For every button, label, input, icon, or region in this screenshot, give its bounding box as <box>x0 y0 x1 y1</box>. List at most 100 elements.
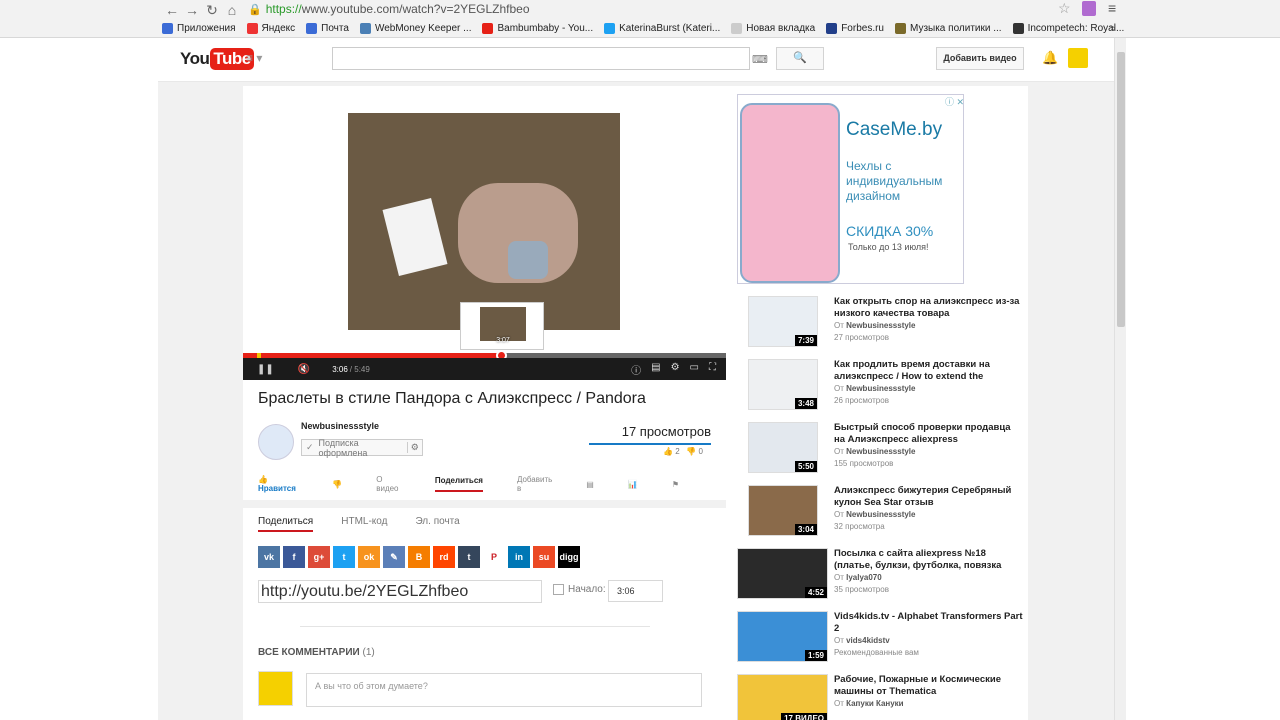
tab-add-to[interactable]: Добавить в <box>517 475 552 493</box>
start-time-option[interactable]: Начало: <box>553 584 606 595</box>
keyboard-icon[interactable]: ⌨ <box>752 53 768 66</box>
start-time-checkbox[interactable] <box>553 584 564 595</box>
search-button[interactable]: 🔍 <box>776 47 824 70</box>
related-author[interactable]: Newbusinessstyle <box>846 447 915 456</box>
pause-icon[interactable]: ❚❚ <box>257 364 274 375</box>
bookmark-item[interactable]: Forbes.ru <box>826 22 884 34</box>
bookmark-item[interactable]: Яндекс <box>246 22 295 34</box>
address-bar[interactable]: 🔒 https:// www.youtube.com/watch?v=2YEGL… <box>248 0 530 18</box>
related-thumbnail[interactable]: 17 ВИДЕО <box>737 674 828 720</box>
thumbs-down-icon[interactable]: 👎 <box>686 447 696 456</box>
bookmark-item[interactable]: Bambumbaby - You... <box>482 22 593 34</box>
info-icon[interactable]: ⓘ <box>631 362 641 377</box>
social-share-icon[interactable]: vk <box>258 546 280 568</box>
ad-close-icon[interactable]: ⓘ ✕ <box>944 95 964 108</box>
social-share-icon[interactable]: su <box>533 546 555 568</box>
share-url-field[interactable]: http://youtu.be/2YEGLZhfbeo <box>258 580 542 603</box>
ad-banner[interactable]: CaseMe.by Чехлы с индивидуальным дизайно… <box>737 94 964 284</box>
related-author[interactable]: vids4kidstv <box>846 636 890 645</box>
start-time-input[interactable]: 3:06 <box>608 580 663 602</box>
related-thumbnail[interactable]: 4:52 <box>737 548 828 599</box>
related-title[interactable]: Vids4kids.tv - Alphabet Transformers Par… <box>834 611 1024 635</box>
user-avatar[interactable] <box>1068 48 1088 68</box>
social-share-icon[interactable]: B <box>408 546 430 568</box>
tab-share[interactable]: Поделиться <box>434 476 483 492</box>
social-share-icon[interactable]: t <box>458 546 480 568</box>
related-title[interactable]: Рабочие, Пожарные и Космические машины о… <box>834 674 1024 698</box>
related-title[interactable]: Алиэкспресс бижутерия Серебряный кулон S… <box>834 485 1024 509</box>
tab-about[interactable]: О видео <box>376 475 401 493</box>
related-video-item[interactable]: 3:04 Алиэкспресс бижутерия Серебряный кул… <box>737 485 1027 540</box>
social-share-icon[interactable]: in <box>508 546 530 568</box>
subscription-gear-icon[interactable]: ⚙ <box>406 442 422 453</box>
back-icon[interactable]: ← <box>162 1 182 19</box>
theater-mode-icon[interactable]: ▭ <box>690 362 699 377</box>
youtube-logo[interactable]: You Tube <box>180 48 254 70</box>
social-share-icon[interactable]: ✎ <box>383 546 405 568</box>
notifications-bell-icon[interactable]: 🔔 <box>1042 50 1058 66</box>
thumbs-up-icon[interactable]: 👍 <box>663 447 673 456</box>
fullscreen-icon[interactable]: ⛶ <box>709 362 716 377</box>
bookmark-item[interactable]: KaterinaBurst (Kateri... <box>604 22 720 34</box>
bookmark-item[interactable]: WebMoney Keeper ... <box>359 22 471 34</box>
video-player[interactable]: 3:07 ❚❚ 🔇 3:06 / 5:49 ⓘ ▤ ⚙ ▭ ⛶ <box>243 86 726 380</box>
guide-menu-icon[interactable]: ≡ ▾ <box>246 51 262 65</box>
flag-icon[interactable]: ⚑ <box>672 480 679 489</box>
dislike-button[interactable]: 👎 <box>332 480 342 489</box>
bookmark-item[interactable]: Приложения <box>162 22 236 34</box>
social-share-icon[interactable]: P <box>483 546 505 568</box>
bookmark-item[interactable]: Почта <box>306 22 349 34</box>
stats-icon[interactable]: 📊 <box>628 480 638 489</box>
related-author[interactable]: Newbusinessstyle <box>846 384 915 393</box>
related-thumbnail[interactable]: 7:39 <box>748 296 818 347</box>
like-button[interactable]: 👍 Нравится <box>258 475 298 493</box>
home-icon[interactable]: ⌂ <box>222 1 242 19</box>
related-thumbnail[interactable]: 3:04 <box>748 485 818 536</box>
related-title[interactable]: Как открыть спор на алиэкспресс из-за ни… <box>834 296 1024 320</box>
social-share-icon[interactable]: t <box>333 546 355 568</box>
related-thumbnail[interactable]: 1:59 <box>737 611 828 662</box>
related-video-item[interactable]: 1:59 Vids4kids.tv - Alphabet Transformers… <box>737 611 1027 666</box>
search-input[interactable] <box>332 47 750 70</box>
share-tab-share[interactable]: Поделиться <box>258 516 314 532</box>
comment-input[interactable]: А вы что об этом думаете? <box>306 673 702 707</box>
related-author[interactable]: Newbusinessstyle <box>846 510 915 519</box>
social-share-icon[interactable]: digg <box>558 546 580 568</box>
bookmark-star-icon[interactable]: ☆ <box>1058 0 1071 17</box>
related-author[interactable]: Капуки Кануки <box>846 699 904 708</box>
bookmark-item[interactable]: Incompetech: Royal... <box>1012 22 1124 34</box>
related-thumbnail[interactable]: 3:48 <box>748 359 818 410</box>
upload-button[interactable]: Добавить видео <box>936 47 1024 70</box>
share-tab-email[interactable]: Эл. почта <box>415 516 459 532</box>
settings-gear-icon[interactable]: ⚙ <box>671 362 680 377</box>
channel-name[interactable]: Newbusinessstyle <box>301 421 379 431</box>
scrollbar-thumb[interactable] <box>1117 52 1125 327</box>
social-share-icon[interactable]: g+ <box>308 546 330 568</box>
related-title[interactable]: Быстрый способ проверки продавца на Алиэ… <box>834 422 1024 446</box>
share-tab-embed[interactable]: HTML-код <box>341 516 387 532</box>
related-author[interactable]: Newbusinessstyle <box>846 321 915 330</box>
mute-icon[interactable]: 🔇 <box>298 364 310 375</box>
social-share-icon[interactable]: ok <box>358 546 380 568</box>
channel-avatar[interactable] <box>258 424 294 460</box>
related-title[interactable]: Посылка с сайта aliexpress №18 (платье, … <box>834 548 1024 572</box>
subtitles-icon[interactable]: ▤ <box>651 362 660 377</box>
related-video-item[interactable]: 17 ВИДЕО Рабочие, Пожарные и Космические … <box>737 674 1027 720</box>
related-video-item[interactable]: 3:48 Как продлить время доставки на алиэк… <box>737 359 1027 414</box>
page-scrollbar[interactable] <box>1114 38 1126 720</box>
social-share-icon[interactable]: rd <box>433 546 455 568</box>
related-title[interactable]: Как продлить время доставки на алиэкспре… <box>834 359 1024 383</box>
related-author[interactable]: lyalya070 <box>846 573 882 582</box>
social-share-icon[interactable]: f <box>283 546 305 568</box>
bookmark-item[interactable]: Новая вкладка <box>731 22 815 34</box>
subscribe-button[interactable]: ✓ Подписка оформлена ⚙ <box>301 438 423 458</box>
extension-icon[interactable] <box>1082 1 1096 16</box>
menu-icon[interactable]: ≡ <box>1108 0 1116 16</box>
related-thumbnail[interactable]: 5:50 <box>748 422 818 473</box>
video-frame[interactable] <box>348 113 620 330</box>
related-video-item[interactable]: 5:50 Быстрый способ проверки продавца на … <box>737 422 1027 477</box>
reload-icon[interactable]: ↻ <box>202 1 222 19</box>
forward-icon[interactable]: → <box>182 1 202 19</box>
bookmark-item[interactable]: Музыка политики ... <box>895 22 1002 34</box>
related-video-item[interactable]: 7:39 Как открыть спор на алиэкспресс из-з… <box>737 296 1027 351</box>
